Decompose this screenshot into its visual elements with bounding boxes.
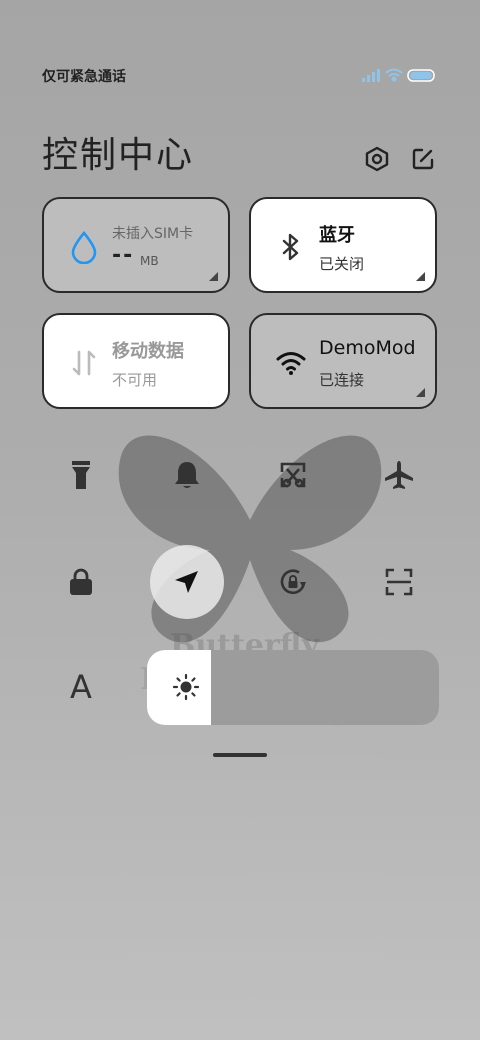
hexagon-settings-icon (365, 146, 389, 172)
edit-icon (412, 148, 434, 170)
lock-screen-button[interactable] (51, 552, 111, 612)
flashlight-icon (72, 461, 90, 489)
mobile-data-tile[interactable]: 移动数据 不可用 (42, 313, 230, 409)
screenshot-button[interactable] (263, 445, 323, 505)
scan-icon (385, 568, 413, 596)
edit-button[interactable] (406, 142, 440, 176)
home-indicator[interactable] (213, 753, 267, 757)
sun-icon (169, 670, 203, 704)
location-icon (175, 571, 198, 593)
expand-corner-icon (416, 272, 425, 281)
wifi-icon (271, 343, 311, 383)
mobile-data-title: 移动数据 (112, 341, 184, 362)
screenshot-icon (280, 462, 306, 488)
settings-button[interactable] (360, 142, 394, 176)
lock-icon (70, 568, 92, 595)
expand-corner-icon (416, 388, 425, 397)
data-usage-value: -- (112, 243, 135, 268)
silent-mode-button[interactable] (157, 445, 217, 505)
bluetooth-icon (271, 227, 311, 267)
font-size-button[interactable]: A (51, 657, 111, 717)
wifi-status: 已连接 (319, 371, 365, 389)
airplane-mode-button[interactable] (369, 445, 429, 505)
airplane-icon (385, 461, 413, 489)
wifi-tile[interactable]: DemoMod 已连接 (249, 313, 437, 409)
scan-button[interactable] (369, 552, 429, 612)
battery-icon (407, 69, 435, 82)
location-button[interactable] (157, 552, 217, 612)
bluetooth-tile[interactable]: 蓝牙 已关闭 (249, 197, 437, 293)
expand-corner-icon (209, 272, 218, 281)
page-title: 控制中心 (42, 135, 195, 176)
mobile-data-status: 不可用 (112, 371, 158, 389)
wifi-status-icon (385, 68, 403, 82)
data-arrows-icon (64, 343, 104, 383)
signal-icon (362, 69, 380, 82)
carrier-status: 仅可紧急通话 (42, 69, 126, 85)
wifi-network-name: DemoMod (319, 337, 416, 359)
rotation-lock-button[interactable] (263, 552, 323, 612)
status-icons (360, 66, 440, 86)
data-usage-title: 未插入SIM卡 (112, 226, 194, 242)
rotation-lock-icon (280, 569, 306, 595)
data-usage-tile[interactable]: 未插入SIM卡 -- MB (42, 197, 230, 293)
bell-icon (175, 462, 199, 488)
bluetooth-status: 已关闭 (319, 255, 365, 273)
bluetooth-title: 蓝牙 (319, 225, 355, 246)
data-usage-unit: MB (140, 254, 159, 268)
flashlight-button[interactable] (51, 445, 111, 505)
water-drop-icon (64, 227, 104, 267)
brightness-slider[interactable] (147, 650, 439, 725)
